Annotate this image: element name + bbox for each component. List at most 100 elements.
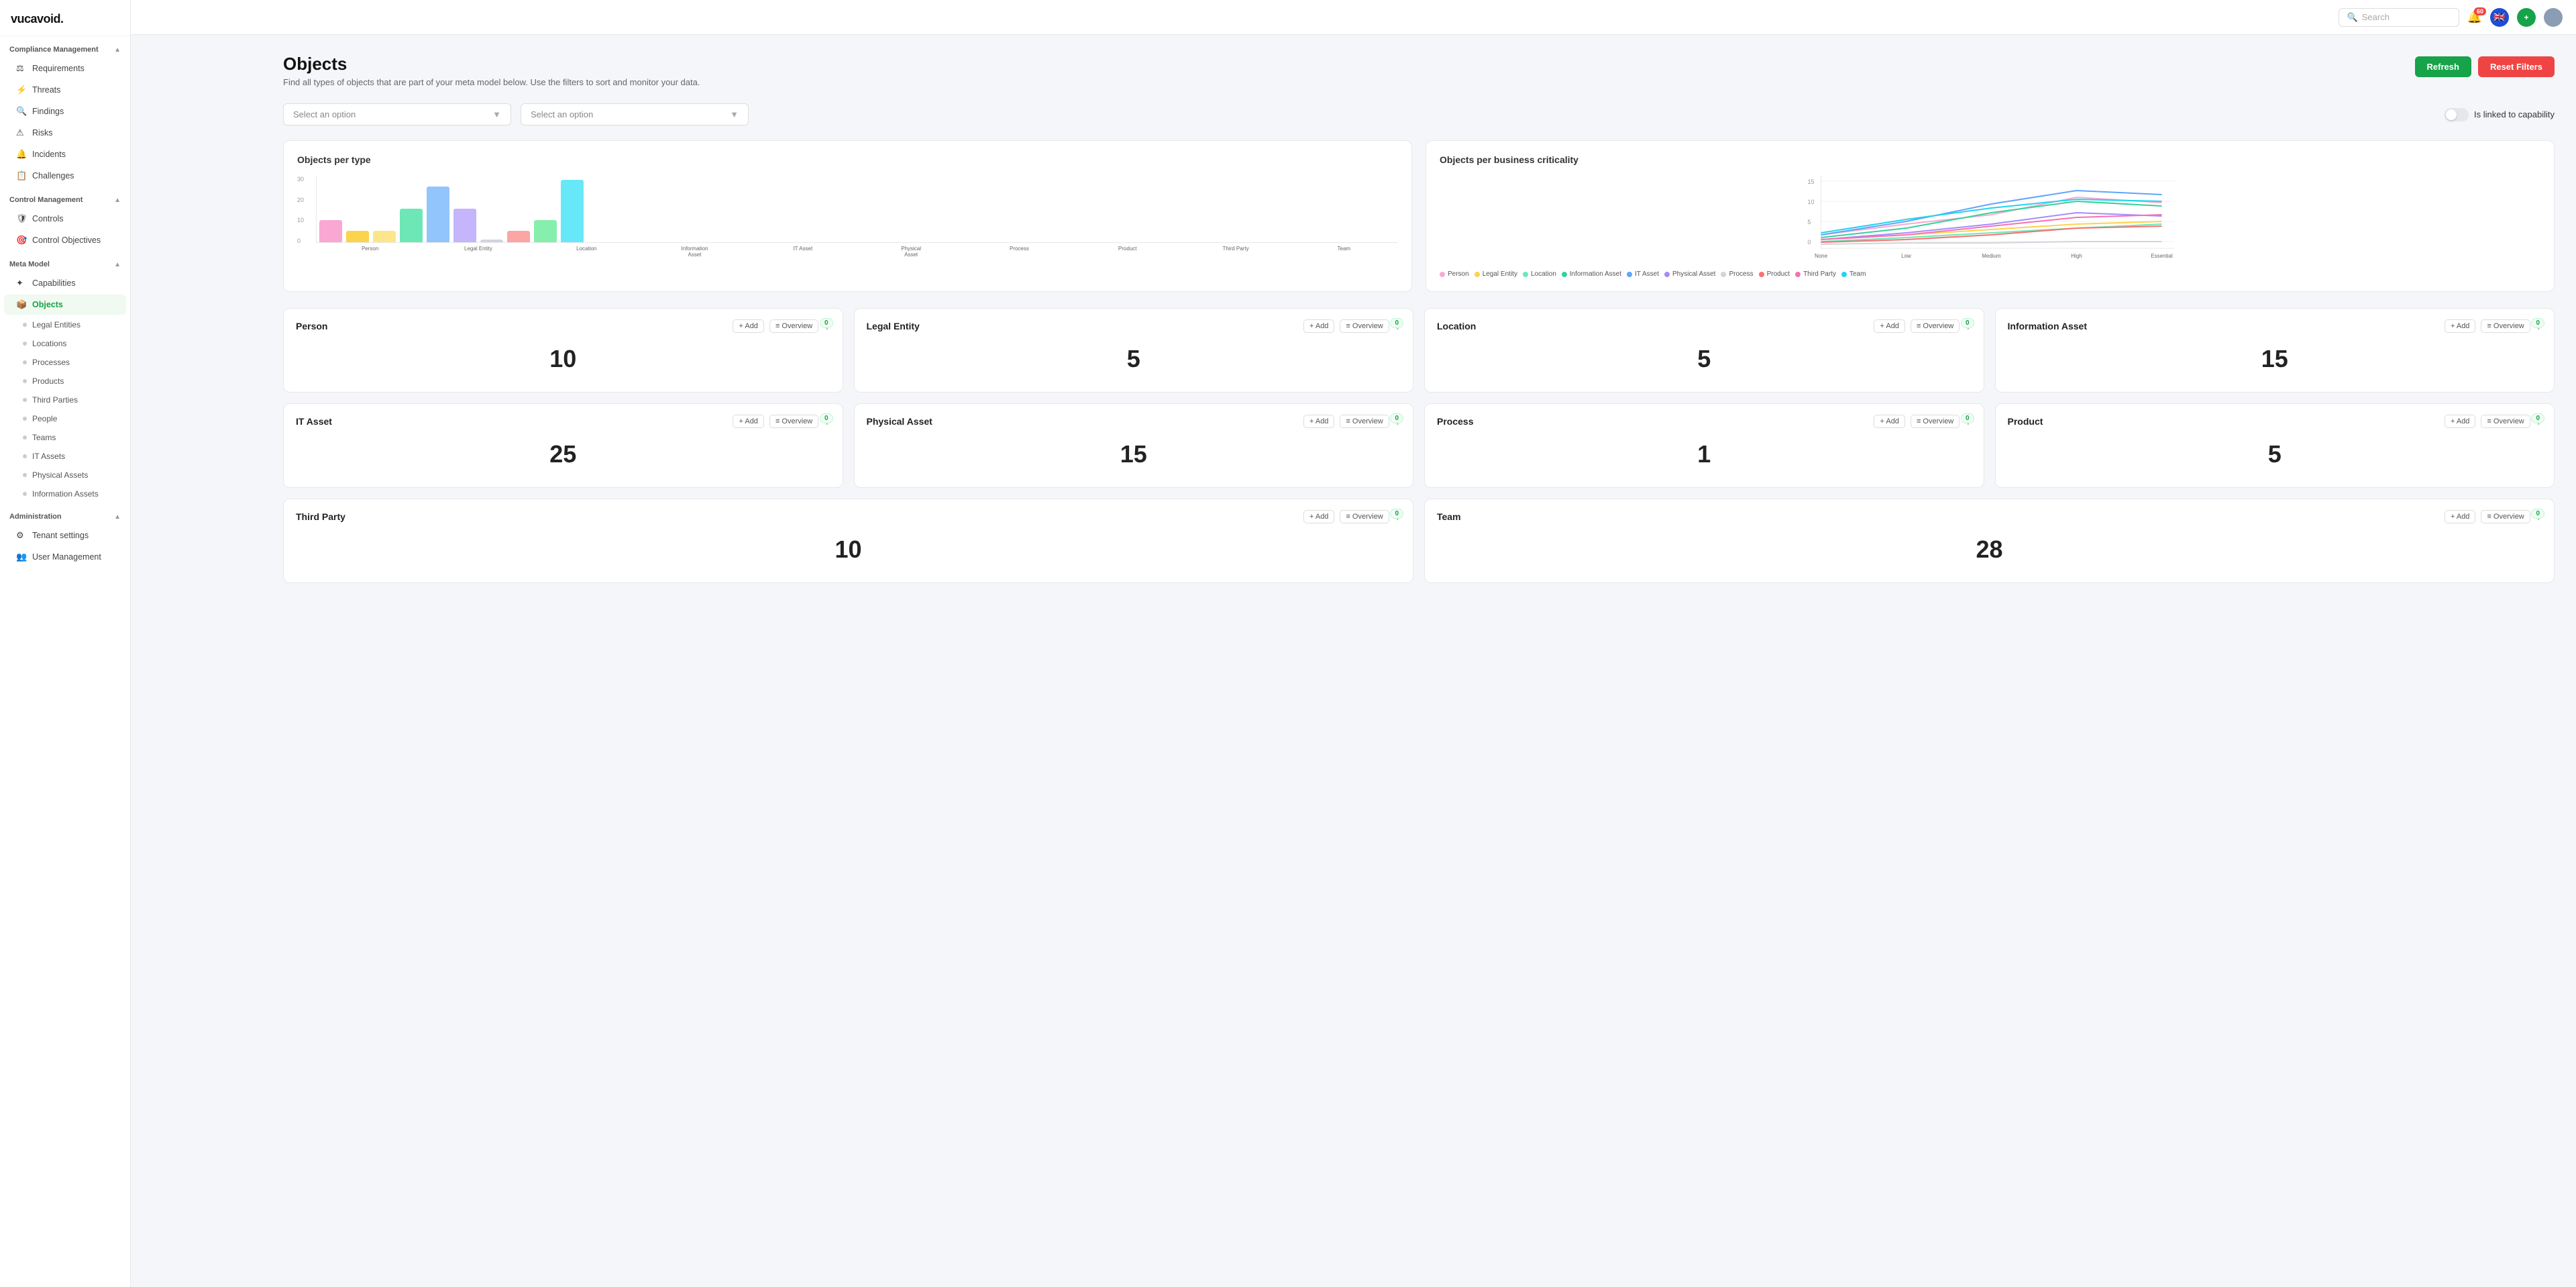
- sidebar-item-risks[interactable]: ⚠ Risks: [4, 123, 126, 143]
- bullet-icon: [23, 492, 27, 496]
- settings-icon: ⚙: [16, 530, 27, 541]
- notification-bell[interactable]: 🔔 60: [2467, 10, 2482, 24]
- count-physical-asset: 15: [867, 435, 1401, 474]
- bar-process-rect: [480, 240, 503, 242]
- meta-section-header[interactable]: Meta Model ▲: [0, 251, 130, 272]
- search-box[interactable]: 🔍 Search: [2339, 8, 2459, 27]
- bar-it-asset: [427, 187, 449, 242]
- y-tick-20: 20: [297, 197, 304, 203]
- filter-select-1[interactable]: Select an option ▼: [283, 103, 511, 125]
- user-avatar-photo[interactable]: [2544, 8, 2563, 27]
- add-third-party-button[interactable]: + Add: [1303, 510, 1334, 523]
- sidebar-item-legal-entities[interactable]: Legal Entities: [4, 316, 126, 333]
- refresh-button[interactable]: Refresh: [2415, 56, 2471, 77]
- add-team-button[interactable]: + Add: [2445, 510, 2475, 523]
- overview-location-button[interactable]: ≡ Overview: [1911, 319, 1960, 333]
- legend-dot-product: [1759, 272, 1764, 277]
- svg-text:0: 0: [1808, 239, 1811, 246]
- sidebar-item-capabilities[interactable]: ✦ Capabilities: [4, 273, 126, 293]
- count-person: 10: [296, 340, 830, 378]
- add-info-asset-button[interactable]: + Add: [2445, 319, 2475, 333]
- linked-capability-toggle: Is linked to capability: [2445, 108, 2555, 121]
- sidebar-item-findings[interactable]: 🔍 Findings: [4, 101, 126, 121]
- obj-card-team: Team + Add ≡ Overview ▽ 0 28: [1424, 499, 2555, 583]
- sidebar-item-people[interactable]: People: [4, 410, 126, 427]
- obj-title-location: Location: [1437, 321, 1476, 331]
- bar-chart-area: [316, 176, 1398, 243]
- sidebar-item-objects[interactable]: 📦 Objects: [4, 295, 126, 315]
- legend-product: Product: [1759, 270, 1790, 278]
- overview-product-button[interactable]: ≡ Overview: [2481, 415, 2530, 428]
- sidebar-item-tenant-settings[interactable]: ⚙ Tenant settings: [4, 525, 126, 546]
- sidebar-item-physical-assets[interactable]: Physical Assets: [4, 466, 126, 484]
- control-section-header[interactable]: Control Management ▲: [0, 187, 130, 208]
- svg-text:10: 10: [1808, 199, 1815, 205]
- bar-team-rect: [561, 180, 584, 242]
- toggle-switch[interactable]: [2445, 108, 2469, 121]
- sidebar-item-products[interactable]: Products: [4, 372, 126, 390]
- sidebar-item-challenges[interactable]: 📋 Challenges: [4, 166, 126, 186]
- x-label-info-asset: Information Asset: [681, 246, 709, 258]
- sidebar-item-threats[interactable]: ⚡ Threats: [4, 80, 126, 100]
- bar-legal-entity: [346, 231, 369, 242]
- language-flag[interactable]: 🇬🇧: [2490, 8, 2509, 27]
- sidebar-item-incidents[interactable]: 🔔 Incidents: [4, 144, 126, 164]
- sidebar-item-processes[interactable]: Processes: [4, 354, 126, 371]
- bullet-icon: [23, 435, 27, 440]
- bar-third-party-rect: [534, 220, 557, 242]
- overview-third-party-button[interactable]: ≡ Overview: [1340, 510, 1389, 523]
- overview-physical-asset-button[interactable]: ≡ Overview: [1340, 415, 1389, 428]
- bar-info-asset: [400, 209, 423, 242]
- bullet-icon: [23, 417, 27, 421]
- charts-row: Objects per type 30 20 10 0: [283, 140, 2555, 292]
- bullet-icon: [23, 342, 27, 346]
- sidebar-item-information-assets[interactable]: Information Assets: [4, 485, 126, 503]
- sidebar-item-requirements[interactable]: ⚖ Requirements: [4, 58, 126, 79]
- linked-label: Is linked to capability: [2474, 109, 2555, 119]
- overview-it-asset-button[interactable]: ≡ Overview: [769, 415, 818, 428]
- overview-legal-entity-button[interactable]: ≡ Overview: [1340, 319, 1389, 333]
- legend-dot-third-party: [1795, 272, 1801, 277]
- reset-filters-button[interactable]: Reset Filters: [2478, 56, 2555, 77]
- sidebar-item-third-parties[interactable]: Third Parties: [4, 391, 126, 409]
- compliance-section-header[interactable]: Compliance Management ▲: [0, 36, 130, 58]
- obj-card-location: Location + Add ≡ Overview ▽ 0 5: [1424, 308, 1984, 393]
- badge-product: 0: [2531, 413, 2544, 423]
- overview-person-button[interactable]: ≡ Overview: [769, 319, 818, 333]
- overview-info-asset-button[interactable]: ≡ Overview: [2481, 319, 2530, 333]
- line-chart-svg: 15 10 5 0: [1440, 176, 2540, 263]
- sidebar-item-controls[interactable]: 🛡 Controls: [4, 209, 126, 229]
- sidebar-item-control-objectives[interactable]: 🎯 Control Objectives: [4, 230, 126, 250]
- bar-chart-card: Objects per type 30 20 10 0: [283, 140, 1412, 292]
- add-product-button[interactable]: + Add: [2445, 415, 2475, 428]
- admin-section-header[interactable]: Administration ▲: [0, 503, 130, 525]
- svg-text:15: 15: [1808, 178, 1815, 185]
- add-process-button[interactable]: + Add: [1874, 415, 1904, 428]
- add-location-button[interactable]: + Add: [1874, 319, 1904, 333]
- legend-location: Location: [1523, 270, 1556, 278]
- bullet-icon: [23, 454, 27, 458]
- filter-select-2[interactable]: Select an option ▼: [521, 103, 749, 125]
- x-label-person: Person: [356, 246, 384, 258]
- obj-title-process: Process: [1437, 416, 1473, 427]
- bar-it-asset-rect: [427, 187, 449, 242]
- user-mgmt-icon: 👥: [16, 552, 27, 562]
- incidents-icon: 🔔: [16, 149, 27, 160]
- legend-physical-asset: Physical Asset: [1664, 270, 1715, 278]
- overview-process-button[interactable]: ≡ Overview: [1911, 415, 1960, 428]
- user-avatar-green[interactable]: +: [2517, 8, 2536, 27]
- sidebar-item-user-management[interactable]: 👥 User Management: [4, 547, 126, 567]
- sidebar-item-it-assets[interactable]: IT Assets: [4, 448, 126, 465]
- bullet-icon: [23, 360, 27, 364]
- add-person-button[interactable]: + Add: [733, 319, 763, 333]
- add-physical-asset-button[interactable]: + Add: [1303, 415, 1334, 428]
- legend-info-asset: Information Asset: [1562, 270, 1621, 278]
- add-legal-entity-button[interactable]: + Add: [1303, 319, 1334, 333]
- count-third-party: 10: [296, 530, 1401, 569]
- badge-it-asset: 0: [820, 413, 833, 423]
- overview-team-button[interactable]: ≡ Overview: [2481, 510, 2530, 523]
- legend-dot-it-asset: [1627, 272, 1632, 277]
- sidebar-item-locations[interactable]: Locations: [4, 335, 126, 352]
- sidebar-item-teams[interactable]: Teams: [4, 429, 126, 446]
- add-it-asset-button[interactable]: + Add: [733, 415, 763, 428]
